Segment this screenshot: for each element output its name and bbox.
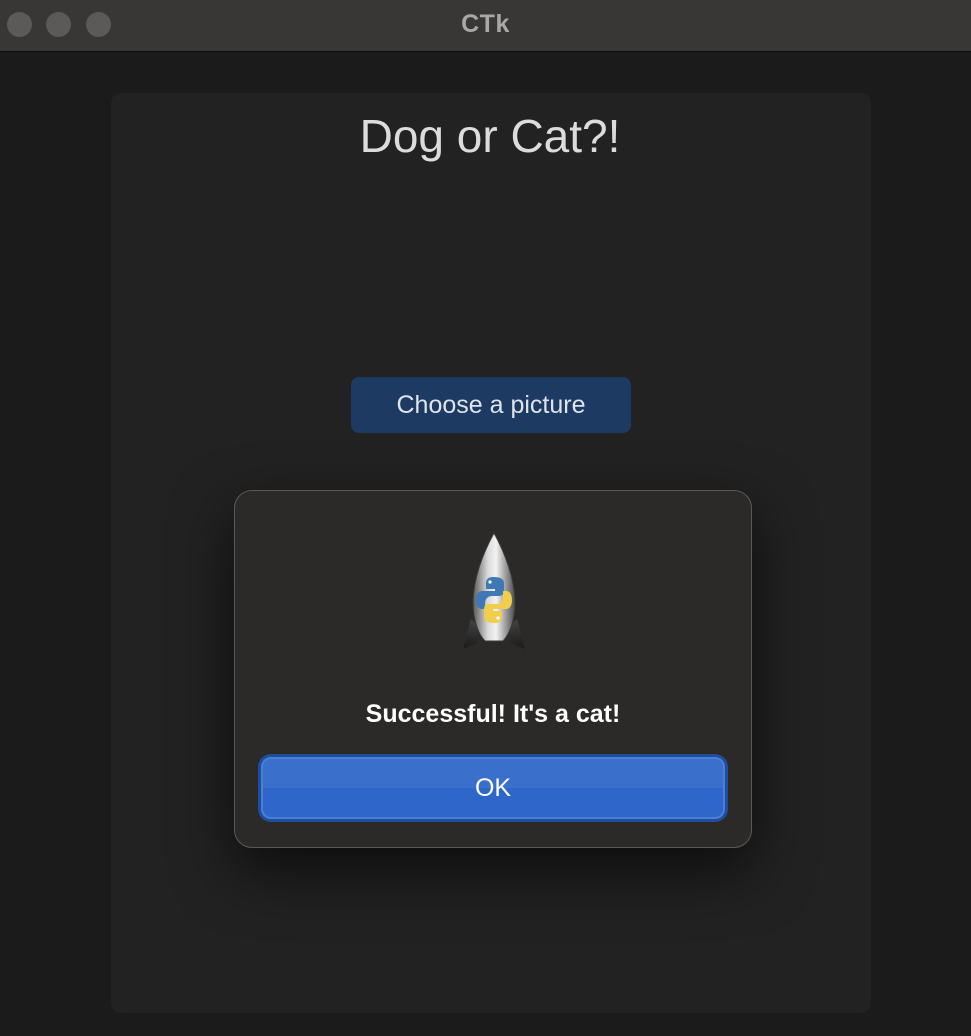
message-dialog: Successful! It's a cat! OK <box>234 490 752 848</box>
dialog-message: Successful! It's a cat! <box>365 700 621 728</box>
python-launcher-rocket-icon <box>463 531 525 655</box>
page-title: Dog or Cat?! <box>359 110 621 162</box>
title-bar[interactable]: CTk <box>0 0 971 52</box>
window-title: CTk <box>461 10 510 38</box>
ok-button[interactable]: OK <box>261 757 725 819</box>
choose-picture-button[interactable]: Choose a picture <box>351 377 631 433</box>
app-window: CTk Dog or Cat?! Choose a picture Succes… <box>0 0 971 1036</box>
